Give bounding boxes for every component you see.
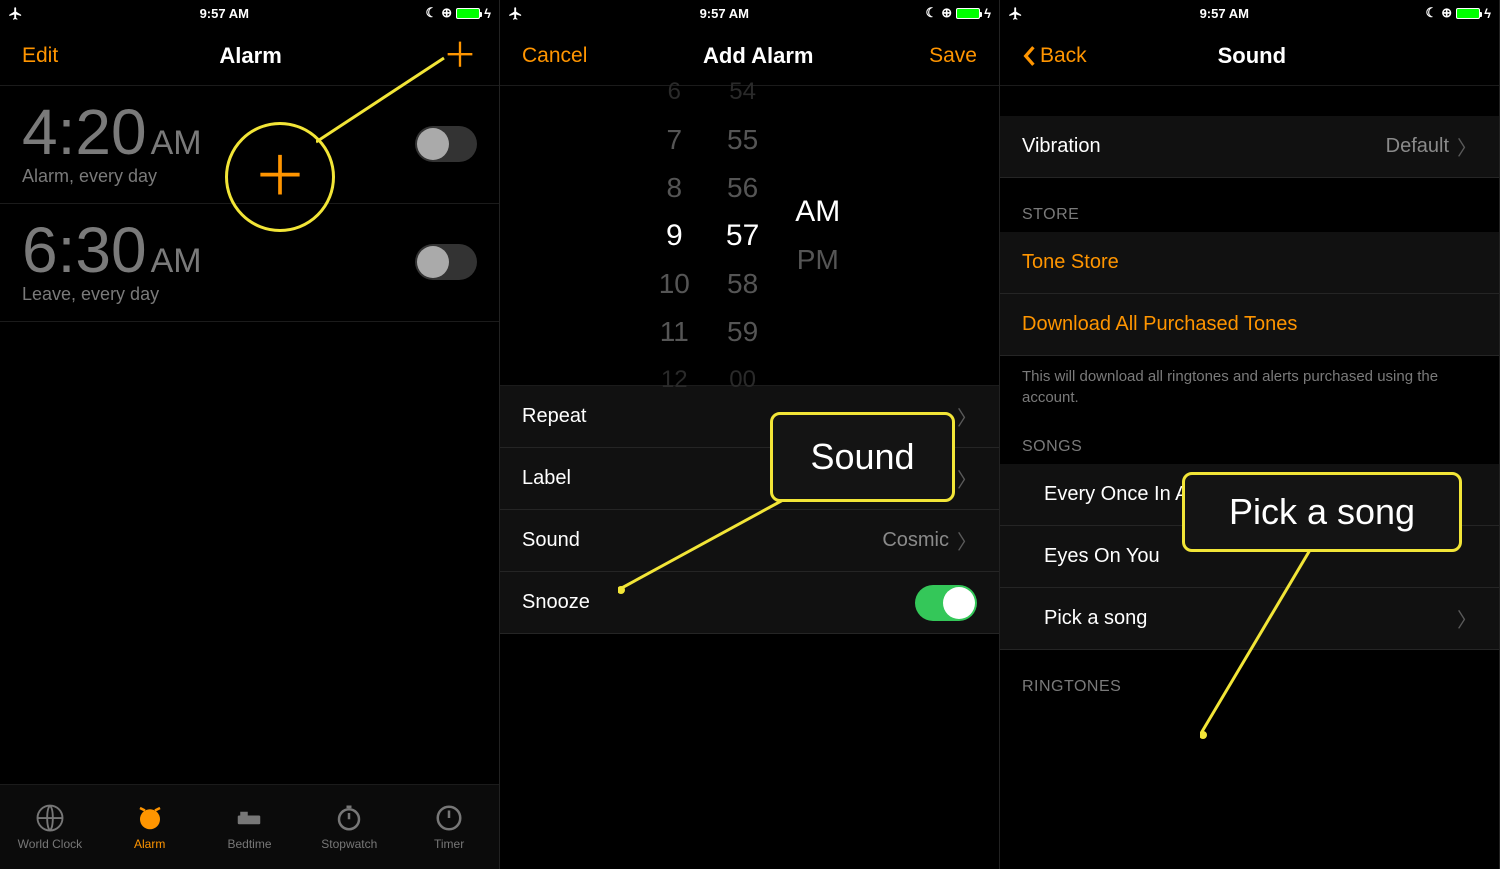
row-label: Repeat	[522, 405, 587, 428]
sound-screen: 9:57 AM ☾⊕ ϟ Back Sound Vibration Default…	[1000, 0, 1500, 869]
back-button[interactable]: Back	[1022, 44, 1087, 68]
charging-icon: ϟ	[1484, 6, 1491, 21]
nav-bar: Back Sound	[1000, 26, 1499, 86]
tab-label: Stopwatch	[321, 837, 377, 851]
tab-label: World Clock	[18, 837, 82, 851]
status-bar: 9:57 AM ☾⊕ ϟ	[500, 0, 999, 26]
status-time: 9:57 AM	[23, 6, 426, 21]
chevron-right-icon: 〉	[957, 526, 977, 555]
tab-bedtime[interactable]: Bedtime	[200, 785, 300, 869]
nav-bar: Edit Alarm ＋	[0, 26, 499, 86]
tab-alarm[interactable]: Alarm	[100, 785, 200, 869]
alarm-list-screen: 9:57 AM ☾ ⊕ ϟ Edit Alarm ＋ 4:20 AM Alarm…	[0, 0, 500, 869]
snooze-row[interactable]: Snooze	[500, 572, 999, 634]
minute-column[interactable]: 54 55 56 57 58 59 00	[726, 68, 759, 404]
ringtones-header: RINGTONES	[1000, 650, 1499, 704]
charging-icon: ϟ	[984, 6, 991, 21]
song-row[interactable]: Eyes On You	[1000, 526, 1499, 588]
tab-stopwatch[interactable]: Stopwatch	[299, 785, 399, 869]
tab-world-clock[interactable]: World Clock	[0, 785, 100, 869]
tab-label: Alarm	[134, 837, 165, 851]
vibration-row[interactable]: Vibration Default 〉	[1000, 116, 1499, 178]
battery-icon	[956, 8, 980, 19]
chevron-right-icon: 〉	[1457, 604, 1477, 633]
row-label: Tone Store	[1022, 251, 1119, 274]
row-label: Sound	[522, 529, 580, 552]
alarm-time: 4:20 AM	[22, 100, 202, 164]
tab-label: Timer	[434, 837, 464, 851]
label-row[interactable]: Label Alarm 〉	[500, 448, 999, 510]
airplane-icon	[1008, 6, 1023, 21]
row-label: Download All Purchased Tones	[1022, 313, 1297, 336]
charging-icon: ϟ	[484, 6, 491, 21]
row-label: Snooze	[522, 591, 590, 614]
save-button[interactable]: Save	[929, 44, 977, 68]
store-header: STORE	[1000, 178, 1499, 232]
row-label: Eyes On You	[1022, 545, 1160, 568]
row-label: Every Once In A While	[1022, 483, 1243, 506]
song-row[interactable]: Every Once In A While	[1000, 464, 1499, 526]
tab-bar: World Clock Alarm Bedtime Stopwatch Time…	[0, 784, 499, 869]
alarm-row[interactable]: 4:20 AM Alarm, every day	[0, 86, 499, 204]
alarm-subtitle: Alarm, every day	[22, 166, 202, 187]
chevron-right-icon: 〉	[957, 464, 977, 493]
status-time: 9:57 AM	[523, 6, 926, 21]
time-picker[interactable]: 6 7 8 9 10 11 12 54 55 56 57 58 59 00 AM…	[500, 86, 999, 386]
add-alarm-screen: 9:57 AM ☾⊕ ϟ Cancel Add Alarm Save 6 7 8 …	[500, 0, 1000, 869]
row-value: Default	[1386, 135, 1449, 158]
download-tones-row[interactable]: Download All Purchased Tones	[1000, 294, 1499, 356]
airplane-icon	[8, 6, 23, 21]
sound-row[interactable]: Sound Cosmic 〉	[500, 510, 999, 572]
hour-column[interactable]: 6 7 8 9 10 11 12	[659, 68, 690, 404]
alarm-row[interactable]: 6:30 AM Leave, every day	[0, 204, 499, 322]
songs-header: SONGS	[1000, 410, 1499, 464]
moon-icon: ☾	[426, 5, 438, 21]
airplane-icon	[508, 6, 523, 21]
snooze-toggle[interactable]	[915, 585, 977, 621]
edit-button[interactable]: Edit	[22, 44, 58, 68]
lock-icon: ⊕	[941, 5, 952, 21]
pick-song-row[interactable]: Pick a song 〉	[1000, 588, 1499, 650]
tone-store-row[interactable]: Tone Store	[1000, 232, 1499, 294]
row-label: Vibration	[1022, 135, 1101, 158]
nav-title: Add Alarm	[703, 43, 813, 69]
moon-icon: ☾	[1426, 5, 1438, 21]
nav-title: Sound	[1218, 43, 1286, 69]
add-alarm-button[interactable]: ＋	[443, 39, 477, 73]
row-label: Label	[522, 467, 571, 490]
status-bar: 9:57 AM ☾ ⊕ ϟ	[0, 0, 499, 26]
alarm-subtitle: Leave, every day	[22, 284, 202, 305]
status-bar: 9:57 AM ☾⊕ ϟ	[1000, 0, 1499, 26]
row-value: Cosmic	[882, 529, 949, 552]
row-value: Alarm	[897, 467, 949, 490]
meridiem-column[interactable]: AM PM	[795, 188, 840, 284]
alarm-toggle[interactable]	[415, 126, 477, 162]
battery-icon	[456, 8, 480, 19]
status-time: 9:57 AM	[1023, 6, 1426, 21]
alarm-time: 6:30 AM	[22, 218, 202, 282]
chevron-right-icon: 〉	[1457, 132, 1477, 161]
moon-icon: ☾	[926, 5, 938, 21]
alarm-toggle[interactable]	[415, 244, 477, 280]
lock-icon: ⊕	[1441, 5, 1452, 21]
lock-icon: ⊕	[441, 5, 452, 21]
store-note: This will download all ringtones and ale…	[1000, 356, 1499, 410]
cancel-button[interactable]: Cancel	[522, 44, 587, 68]
chevron-right-icon: 〉	[957, 402, 977, 431]
nav-title: Alarm	[219, 43, 281, 69]
battery-icon	[1456, 8, 1480, 19]
tab-label: Bedtime	[227, 837, 271, 851]
row-label: Pick a song	[1022, 607, 1147, 630]
chevron-left-icon	[1022, 45, 1036, 67]
tab-timer[interactable]: Timer	[399, 785, 499, 869]
